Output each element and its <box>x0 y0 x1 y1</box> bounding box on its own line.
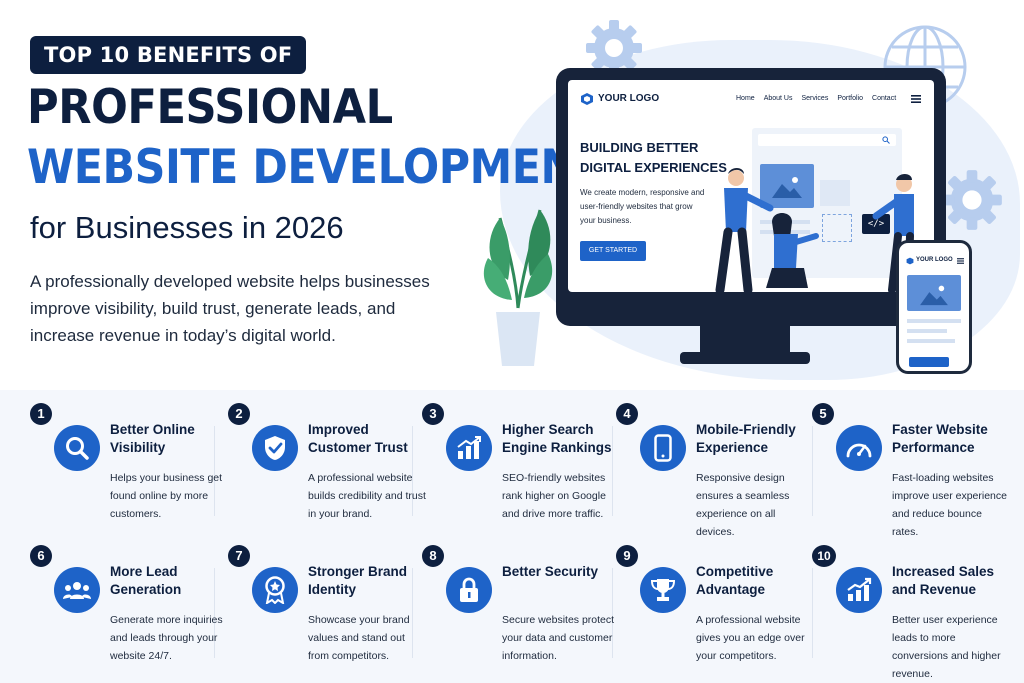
title-line-2: WEBSITE DEVELOPMENT <box>27 140 605 195</box>
title-line-1: PROFESSIONAL <box>27 80 393 135</box>
search-icon <box>66 437 89 460</box>
benefit-icon-circle <box>836 567 882 613</box>
benefit-description: Helps your business get found online by … <box>110 472 223 520</box>
benefit-card: 2 Improved Customer Trust A professional… <box>228 403 426 538</box>
benefit-description: Responsive design ensures a seamless exp… <box>696 472 790 538</box>
bar-chart-icon <box>457 436 481 459</box>
benefit-description: A professional website gives you an edge… <box>696 614 805 662</box>
nav-home[interactable]: Home <box>736 95 755 102</box>
benefit-description: Fast-loading websites improve user exper… <box>892 472 1007 538</box>
search-icon <box>882 136 890 144</box>
mockup-body: We create modern, responsive and user-fr… <box>580 188 705 225</box>
image-placeholder-icon <box>920 285 948 306</box>
benefit-title: Mobile-Friendly Experience <box>696 422 796 455</box>
benefit-description: A professional website builds credibilit… <box>308 472 426 520</box>
monitor-base <box>680 352 810 364</box>
plant-illustration <box>483 209 553 366</box>
users-icon <box>63 582 91 599</box>
mockup-nav: Home About Us Services Portfolio Contact <box>736 95 896 102</box>
phone-line <box>907 339 955 343</box>
benefit-icon-circle <box>252 425 298 471</box>
title-line-3: for Businesses in 2026 <box>30 210 344 245</box>
gear-icon <box>942 170 1002 230</box>
benefit-icon-circle <box>640 567 686 613</box>
smartphone-icon <box>654 434 672 462</box>
benefit-icon-circle <box>836 425 882 471</box>
benefit-description: Generate more inquiries and leads throug… <box>110 614 223 662</box>
benefit-card: 3 Higher Search Engine Rankings SEO-frie… <box>422 403 617 538</box>
benefit-card: 1 Better Online Visibility Helps your bu… <box>30 403 225 538</box>
benefit-title: More Lead Generation <box>110 564 182 597</box>
benefit-icon-circle <box>446 425 492 471</box>
smartphone: YOUR LOGO <box>896 240 972 374</box>
benefit-icon-circle <box>252 567 298 613</box>
benefit-card: 8 Better Security Secure websites protec… <box>422 545 617 680</box>
benefit-card: 6 More Lead Generation Generate more inq… <box>30 545 225 680</box>
benefit-title: Higher Search Engine Rankings <box>502 422 612 455</box>
phone-cta[interactable] <box>909 357 949 367</box>
benefits-section: 1 Better Online Visibility Helps your bu… <box>0 390 1024 683</box>
nav-services[interactable]: Services <box>801 95 828 102</box>
growth-chart-icon <box>847 577 872 601</box>
mockup-headline-1: BUILDING BETTER <box>580 140 699 155</box>
top-benefits-badge: TOP 10 BENEFITS OF <box>30 36 307 74</box>
benefit-title: Faster Website Performance <box>892 422 988 455</box>
wireframe-searchbar <box>758 134 896 146</box>
nav-portfolio[interactable]: Portfolio <box>837 95 863 102</box>
benefit-number: 6 <box>30 545 52 567</box>
mockup-logo: YOUR LOGO <box>598 93 660 104</box>
phone-line <box>907 329 947 333</box>
benefit-title: Better Online Visibility <box>110 422 195 455</box>
hexagon-logo-icon <box>581 93 593 105</box>
nav-about[interactable]: About Us <box>764 95 793 102</box>
shield-check-icon <box>265 436 285 460</box>
phone-line <box>907 319 961 323</box>
trophy-icon <box>650 579 676 601</box>
benefit-number: 4 <box>616 403 638 425</box>
benefit-title: Improved Customer Trust <box>308 422 408 455</box>
benefit-icon-circle <box>54 425 100 471</box>
speedometer-icon <box>846 443 872 458</box>
benefit-card: 4 Mobile-Friendly Experience Responsive … <box>616 403 811 538</box>
benefit-number: 7 <box>228 545 250 567</box>
benefit-icon-circle <box>640 425 686 471</box>
benefit-description: SEO-friendly websites rank higher on Goo… <box>502 472 606 520</box>
mockup-cta-button[interactable]: GET STARTED <box>580 241 646 261</box>
benefit-description: Showcase your brand values and stand out… <box>308 614 410 662</box>
hamburger-menu-icon[interactable] <box>957 258 964 264</box>
award-icon <box>265 576 285 604</box>
benefit-card: 9 Competitive Advantage A professional w… <box>616 545 811 680</box>
benefit-number: 2 <box>228 403 250 425</box>
benefit-icon-circle <box>446 567 492 613</box>
benefit-card: 5 Faster Website Performance Fast-loadin… <box>812 403 1007 538</box>
benefit-title: Better Security <box>502 564 599 579</box>
nav-contact[interactable]: Contact <box>872 95 896 102</box>
benefit-card: 10 Increased Sales and Revenue Better us… <box>812 545 1007 680</box>
lock-icon <box>460 577 478 602</box>
hero-section: TOP 10 BENEFITS OF PROFESSIONAL WEBSITE … <box>0 0 1024 390</box>
hamburger-menu-icon[interactable] <box>911 95 921 103</box>
benefit-title: Increased Sales and Revenue <box>892 564 995 597</box>
phone-logo: YOUR LOGO <box>916 257 953 263</box>
benefit-number: 9 <box>616 545 638 567</box>
benefit-description: Secure websites protect your data and cu… <box>502 614 615 662</box>
benefit-card: 7 Stronger Brand Identity Showcase your … <box>228 545 423 680</box>
hexagon-logo-icon <box>906 257 914 265</box>
benefit-title: Competitive Advantage <box>696 564 774 597</box>
lead-paragraph: A professionally developed website helps… <box>30 272 430 345</box>
benefit-number: 8 <box>422 545 444 567</box>
benefit-title: Stronger Brand Identity <box>308 564 408 597</box>
benefit-number: 10 <box>812 545 836 567</box>
benefit-number: 5 <box>812 403 834 425</box>
benefit-number: 3 <box>422 403 444 425</box>
benefit-number: 1 <box>30 403 52 425</box>
benefit-icon-circle <box>54 567 100 613</box>
benefit-description: Better user experience leads to more con… <box>892 614 1001 680</box>
